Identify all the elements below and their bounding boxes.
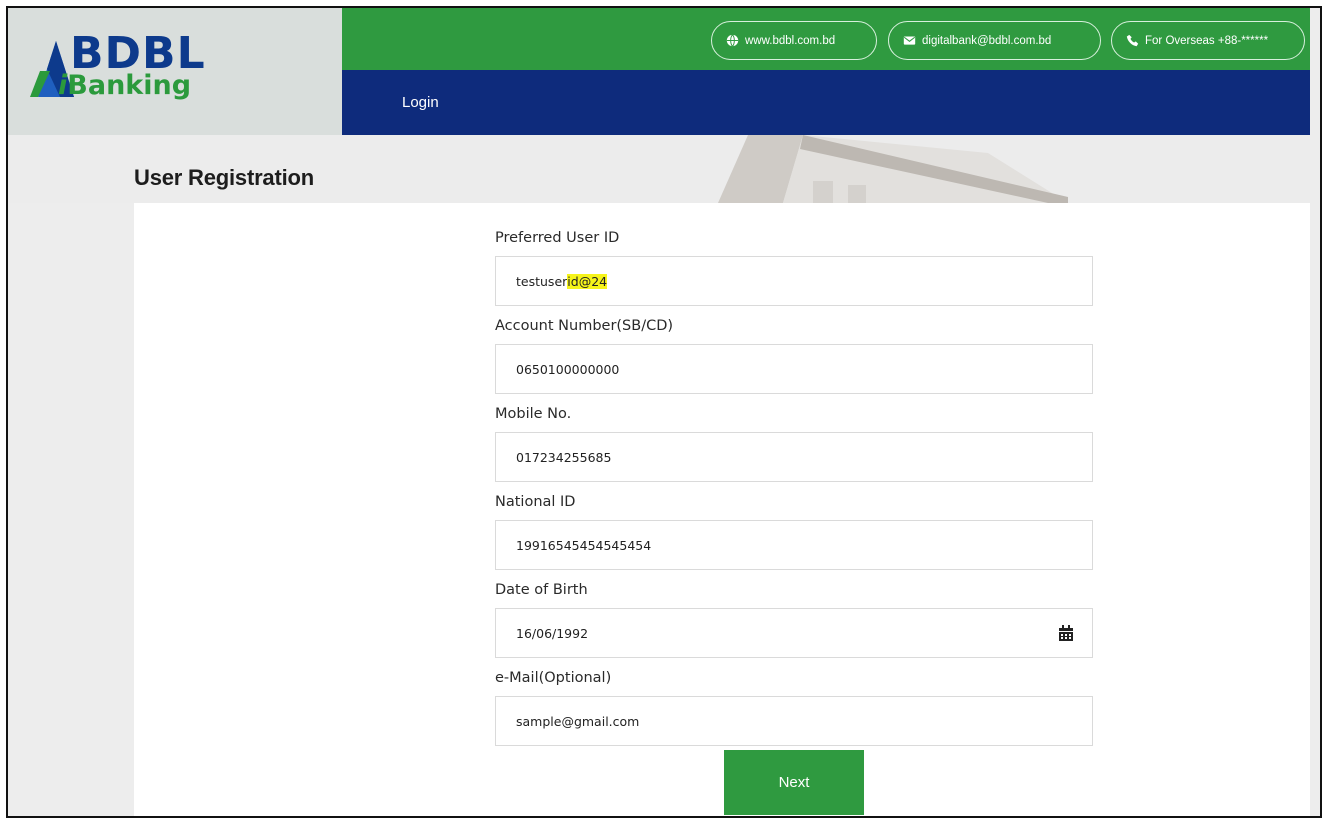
- next-button[interactable]: Next: [724, 750, 864, 815]
- logo-area[interactable]: BDBL iBanking: [8, 8, 342, 135]
- dob-input[interactable]: [516, 609, 1092, 657]
- building-banner-image: [718, 135, 1068, 203]
- contact-bar: www.bdbl.com.bd digitalbank@bdbl.com.bd …: [342, 8, 1310, 70]
- nav-login-link[interactable]: Login: [402, 94, 439, 111]
- website-link-label: www.bdbl.com.bd: [745, 34, 836, 47]
- email-label: e-Mail(Optional): [495, 670, 612, 686]
- mobile-field[interactable]: [495, 432, 1093, 482]
- account-number-field[interactable]: [495, 344, 1093, 394]
- logo-product-word: Banking: [67, 70, 192, 101]
- page-header-banner: User Registration: [8, 135, 1310, 203]
- phone-icon: [1126, 34, 1139, 47]
- national-id-label: National ID: [495, 494, 576, 510]
- dob-field[interactable]: [495, 608, 1093, 658]
- email-field[interactable]: [495, 696, 1093, 746]
- phone-link-label: For Overseas +88-******: [1145, 34, 1269, 47]
- user-id-label: Preferred User ID: [495, 230, 620, 246]
- national-id-field[interactable]: [495, 520, 1093, 570]
- user-id-field[interactable]: testuserid@24: [495, 256, 1093, 306]
- main-nav: Login: [342, 70, 1310, 135]
- user-id-value-plain: testuser: [516, 273, 568, 289]
- email-link-label: digitalbank@bdbl.com.bd: [922, 34, 1052, 47]
- user-id-value: testuserid@24: [516, 273, 608, 289]
- account-number-input[interactable]: [516, 345, 1092, 393]
- website-link[interactable]: www.bdbl.com.bd: [711, 21, 877, 60]
- registration-form: Preferred User ID testuserid@24 Account …: [134, 203, 1310, 816]
- email-input[interactable]: [516, 697, 1092, 745]
- logo-product-prefix: i: [58, 70, 68, 101]
- phone-link[interactable]: For Overseas +88-******: [1111, 21, 1305, 60]
- account-number-label: Account Number(SB/CD): [495, 318, 674, 334]
- mobile-input[interactable]: [516, 433, 1092, 481]
- email-link[interactable]: digitalbank@bdbl.com.bd: [888, 21, 1101, 60]
- national-id-input[interactable]: [516, 521, 1092, 569]
- page-title: User Registration: [134, 165, 314, 190]
- calendar-icon[interactable]: [1058, 625, 1074, 642]
- user-id-value-highlight: id@24: [567, 273, 608, 289]
- globe-icon: [726, 34, 739, 47]
- logo-product-name: iBanking: [58, 72, 191, 99]
- dob-label: Date of Birth: [495, 582, 588, 598]
- mobile-label: Mobile No.: [495, 406, 572, 422]
- browser-frame: BDBL iBanking www.bdbl.com.bd digitalban…: [6, 6, 1322, 818]
- envelope-icon: [903, 36, 916, 45]
